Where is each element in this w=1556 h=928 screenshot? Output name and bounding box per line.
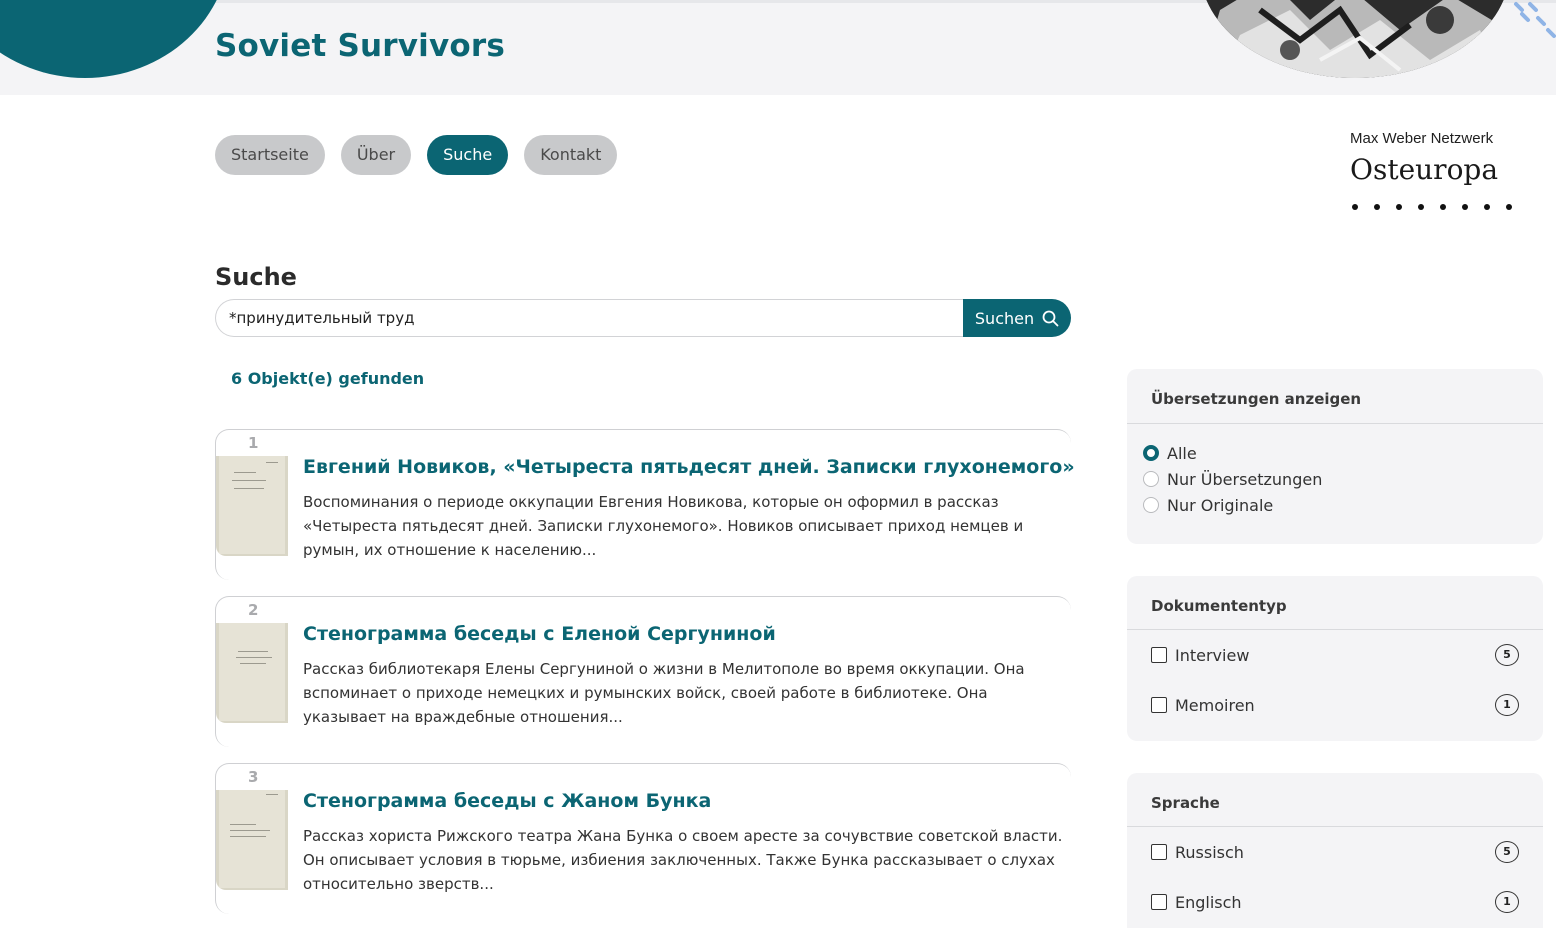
site-header: Soviet Survivors	[0, 0, 1556, 95]
main-nav: Startseite Über Suche Kontakt	[215, 135, 618, 175]
result-number: 3	[248, 768, 259, 786]
filter-label: Englisch	[1175, 892, 1242, 912]
filter-englisch[interactable]: Englisch 1	[1127, 877, 1543, 927]
filter-label: Memoiren	[1175, 695, 1255, 715]
result-title[interactable]: Стенограмма беседы с Еленой Сергуниной	[303, 623, 776, 645]
radio-label: Nur Originale	[1167, 495, 1274, 515]
search-bar: Suchen	[215, 299, 1071, 337]
nav-startseite[interactable]: Startseite	[215, 135, 325, 175]
brand-subtitle: Max Weber Netzwerk	[1350, 130, 1494, 147]
facet-document-type: Dokumententyp Interview 5 Memoiren 1	[1127, 576, 1543, 741]
search-input[interactable]	[215, 299, 963, 337]
header-photo	[1200, 0, 1510, 78]
facet-translations: Übersetzungen anzeigen Alle Nur Übersetz…	[1127, 369, 1543, 544]
checkbox[interactable]	[1151, 697, 1167, 713]
radio-button[interactable]	[1143, 497, 1159, 513]
count-badge: 1	[1495, 891, 1519, 913]
brand-title: Osteuropa	[1350, 153, 1499, 186]
site-title[interactable]: Soviet Survivors	[215, 28, 505, 64]
radio-option-nur-uebersetzungen[interactable]: Nur Übersetzungen	[1127, 466, 1543, 492]
result-item[interactable]: 2 Стенограмма беседы с Еленой Сергуниной…	[215, 596, 1071, 747]
radio-option-alle[interactable]: Alle	[1127, 440, 1543, 466]
radio-button[interactable]	[1143, 471, 1159, 487]
facet-language: Sprache Russisch 5 Englisch 1	[1127, 773, 1543, 928]
nav-kontakt[interactable]: Kontakt	[524, 135, 618, 175]
document-thumbnail[interactable]	[216, 790, 288, 890]
radio-button[interactable]	[1143, 445, 1159, 461]
facet-heading: Übersetzungen anzeigen	[1127, 369, 1543, 424]
radio-label: Nur Übersetzungen	[1167, 469, 1323, 489]
brand-dots	[1350, 204, 1530, 210]
count-badge: 1	[1495, 694, 1519, 716]
result-description: Рассказ библиотекаря Елены Сергуниной о …	[303, 660, 1025, 726]
checkbox[interactable]	[1151, 647, 1167, 663]
radio-label: Alle	[1167, 443, 1197, 463]
facet-heading: Dokumententyp	[1127, 576, 1543, 630]
result-title[interactable]: Евгений Новиков, «Четыреста пятьдесят дн…	[303, 456, 1075, 478]
result-count: 6 Objekt(e) gefunden	[231, 369, 425, 388]
filter-label: Interview	[1175, 645, 1250, 665]
radio-option-nur-originale[interactable]: Nur Originale	[1127, 492, 1543, 518]
result-item[interactable]: 1 Евгений Новиков, «Четыреста пятьдесят …	[215, 429, 1075, 580]
filter-memoiren[interactable]: Memoiren 1	[1127, 680, 1543, 730]
search-icon	[1042, 310, 1059, 326]
result-description: Воспоминания о периоде оккупации Евгения…	[303, 493, 1024, 559]
result-title[interactable]: Стенограмма беседы с Жаном Бунка	[303, 790, 711, 812]
partner-logo[interactable]: Max Weber Netzwerk Osteuropa	[1350, 130, 1530, 210]
filter-interview[interactable]: Interview 5	[1127, 630, 1543, 680]
decorative-dashes-icon	[1514, 2, 1556, 38]
count-badge: 5	[1495, 841, 1519, 863]
result-description: Рассказ хориста Рижского театра Жана Бун…	[303, 827, 1063, 893]
count-badge: 5	[1495, 644, 1519, 666]
nav-ueber[interactable]: Über	[340, 135, 412, 175]
result-number: 1	[248, 434, 259, 452]
filter-label: Russisch	[1175, 842, 1244, 862]
search-button-label: Suchen	[974, 308, 1035, 328]
document-thumbnail[interactable]	[216, 456, 288, 556]
checkbox[interactable]	[1151, 894, 1167, 910]
search-button[interactable]: Suchen	[963, 299, 1071, 337]
results-list: 1 Евгений Новиков, «Четыреста пятьдесят …	[215, 429, 1075, 928]
search-heading: Suche	[215, 263, 297, 291]
document-thumbnail[interactable]	[216, 623, 288, 723]
result-item[interactable]: 3 Стенограмма беседы с Жаном Бунка Расск…	[215, 763, 1071, 914]
checkbox[interactable]	[1151, 844, 1167, 860]
decorative-teal-circle	[0, 0, 230, 78]
nav-suche[interactable]: Suche	[427, 135, 509, 175]
facet-heading: Sprache	[1127, 773, 1543, 827]
filter-russisch[interactable]: Russisch 5	[1127, 827, 1543, 877]
result-number: 2	[248, 601, 259, 619]
